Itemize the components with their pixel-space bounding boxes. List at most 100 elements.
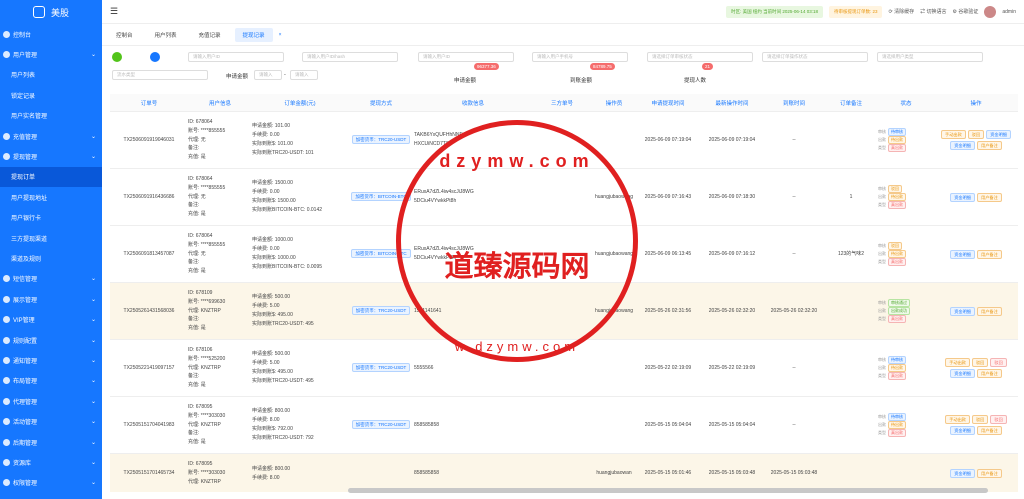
table-cell: 2025-05-15 05:03:48 [700, 469, 764, 478]
sidebar-item[interactable]: 活动管理 ⌄ [0, 411, 102, 431]
action-button[interactable]: 驳回 [967, 130, 985, 139]
app-logo[interactable]: 美股 [0, 0, 102, 24]
sidebar-item[interactable]: 渠道及规则 [0, 248, 102, 268]
withdraw-status-select[interactable]: 请选择订单操作状态 [762, 52, 868, 62]
user-info-line: ID: 678064 [188, 233, 213, 239]
sidebar-item[interactable]: 规则配置 ⌄ [0, 330, 102, 350]
tab-item[interactable]: 充值记录 [191, 28, 229, 42]
google-auth-button[interactable]: ⚙ 谷歌验证 [952, 8, 978, 15]
user-type-select[interactable]: 请选择用户类型 [877, 52, 983, 62]
sidebar-item[interactable]: 权限管理 ⌄ [0, 473, 102, 493]
flow-type-select[interactable]: 流水类型 [112, 70, 208, 80]
user-info-line: 代理: 无 [188, 250, 206, 257]
table-cell: 加密货币：BITCOIN-BTC [348, 192, 414, 202]
action-button[interactable]: 手动出款 [945, 358, 970, 367]
user-id-input[interactable]: 请输入用户ID [188, 52, 284, 62]
action-button[interactable]: 用户备注 [977, 306, 1002, 316]
action-button[interactable]: 资金明细 [986, 130, 1011, 139]
order-id[interactable]: TX2506091919046031 [124, 137, 175, 143]
switch-lang-button[interactable]: ⇄ 切换语言 [920, 8, 946, 15]
action-button[interactable]: 用户备注 [977, 141, 1002, 150]
order-id[interactable]: TX2506091916436686 [124, 194, 175, 200]
table-cell: 2025-06-09 07:18:30 [700, 193, 764, 202]
action-button[interactable]: 用户备注 [977, 369, 1002, 378]
sidebar-item[interactable]: 用户实名管理 [0, 106, 102, 126]
user-info-line: 账号: ****855555 [188, 184, 226, 191]
user-name[interactable]: admin [1002, 9, 1016, 15]
order-id[interactable]: TX2506091813457087 [124, 251, 175, 257]
order-id[interactable]: TX2505221419097157 [124, 365, 175, 371]
sidebar-item[interactable]: 提现管理 ⌄ [0, 146, 102, 166]
sidebar-item[interactable]: 三方提现渠道 [0, 228, 102, 248]
horizontal-scrollbar[interactable] [348, 488, 988, 493]
user-account-input[interactable]: 请输入用户ID [418, 52, 514, 62]
status-badge: 待审核 [888, 356, 906, 364]
table-cell: ID: 678064 账号: ****855555 代理: 无备注: 充值: 是 [188, 118, 252, 162]
action-button[interactable]: 资金明细 [950, 249, 975, 259]
phone-input[interactable]: 请输入用户手机号 [532, 52, 628, 62]
user-info-line: 账号: ****303030 [188, 470, 226, 477]
action-button[interactable]: 资金明细 [950, 306, 975, 316]
column-header: 订单金额(元) [284, 100, 316, 107]
sidebar-item[interactable]: VIP管理 ⌄ [0, 309, 102, 329]
action-button[interactable]: 驳回 [990, 415, 1007, 424]
sidebar-item[interactable]: 通知管理 ⌄ [0, 350, 102, 370]
amount-line: 申请金额: 1000.00 [252, 237, 293, 244]
action-button[interactable]: 手动出款 [941, 130, 966, 139]
search-icon[interactable] [112, 52, 122, 62]
table-cell: huangjubaowang [592, 250, 636, 259]
order-status-select[interactable]: 请选择订单审核状态 [647, 52, 753, 62]
user-hash-input[interactable]: 请输入用户ID/hash [302, 52, 398, 62]
sidebar-item[interactable]: 后期管理 ⌄ [0, 432, 102, 452]
sidebar-item[interactable]: 展示管理 ⌄ [0, 289, 102, 309]
sidebar-item[interactable]: 充值管理 ⌄ [0, 126, 102, 146]
action-button[interactable]: 用户备注 [977, 469, 1002, 478]
menu-toggle-icon[interactable]: ☰ [110, 6, 118, 17]
apply-time: 2025-06-09 07:16:43 [644, 193, 692, 200]
action-button[interactable]: 驳回 [990, 358, 1007, 367]
receive-line: 5555566 [414, 364, 434, 371]
sidebar-item[interactable]: 用户管理 ⌄ [0, 44, 102, 64]
action-button[interactable]: 资金明细 [950, 426, 975, 435]
order-id[interactable]: TX2505151701465734 [124, 470, 175, 476]
sidebar-item[interactable]: 布局管理 ⌄ [0, 371, 102, 391]
sidebar-item[interactable]: 控制台 [0, 24, 102, 44]
min-amount-input[interactable]: 请输入 [254, 70, 282, 80]
action-button[interactable]: 用户备注 [977, 249, 1002, 259]
pending-badge[interactable]: 待审核提现订单数: 23 [828, 5, 883, 18]
order-id[interactable]: TX2505151704041983 [124, 422, 175, 428]
clear-cache-button[interactable]: ⟳ 清除缓存 [888, 8, 914, 15]
main-area: ☰ 时区: 美国 纽约 当前时间 2025-06-14 03:18 待审核提现订… [102, 0, 1024, 499]
max-amount-input[interactable]: 请输入 [290, 70, 318, 80]
sidebar-item[interactable]: 短信管理 ⌄ [0, 269, 102, 289]
sidebar-item[interactable]: 用户列表 [0, 65, 102, 85]
avatar[interactable] [984, 5, 997, 18]
action-button[interactable]: 资金明细 [950, 192, 975, 202]
sidebar-item[interactable]: 代理管理 ⌄ [0, 391, 102, 411]
action-button[interactable]: 手动出款 [945, 415, 970, 424]
sidebar-item[interactable]: 资源库 ⌄ [0, 452, 102, 472]
action-button[interactable]: 用户备注 [977, 426, 1002, 435]
amount-line: 手续费: 0.00 [252, 132, 280, 139]
refresh-icon[interactable] [150, 52, 160, 62]
tab-item[interactable]: 提现记录 [234, 27, 273, 42]
sidebar-item[interactable]: 用户银行卡 [0, 208, 102, 228]
order-id[interactable]: TX2505261431568036 [124, 308, 175, 314]
column-header: 到账时间 [782, 100, 805, 107]
action-button[interactable]: 驳回 [971, 358, 989, 367]
sidebar-item[interactable]: 用户提现地址 [0, 187, 102, 207]
tab-item[interactable]: 用户列表 [147, 28, 185, 42]
user-info-line: 代理: KNZTRP [188, 364, 221, 371]
sidebar-item[interactable]: 锁定记录 [0, 85, 102, 105]
sidebar-item[interactable]: 提现订单 [0, 166, 102, 188]
column-header: 用户信息 [208, 100, 231, 107]
action-button[interactable]: 驳回 [971, 415, 989, 424]
tab-item[interactable]: 控制台 [108, 28, 141, 42]
action-button[interactable]: 资金明细 [950, 369, 975, 378]
chevron-down-icon: ⌄ [90, 276, 96, 283]
action-button[interactable]: 用户备注 [977, 192, 1002, 202]
action-button[interactable]: 资金明细 [950, 469, 975, 478]
close-icon[interactable]: × [279, 32, 282, 38]
action-button[interactable]: 资金明细 [950, 141, 975, 150]
status-key: 类型 [878, 202, 886, 207]
